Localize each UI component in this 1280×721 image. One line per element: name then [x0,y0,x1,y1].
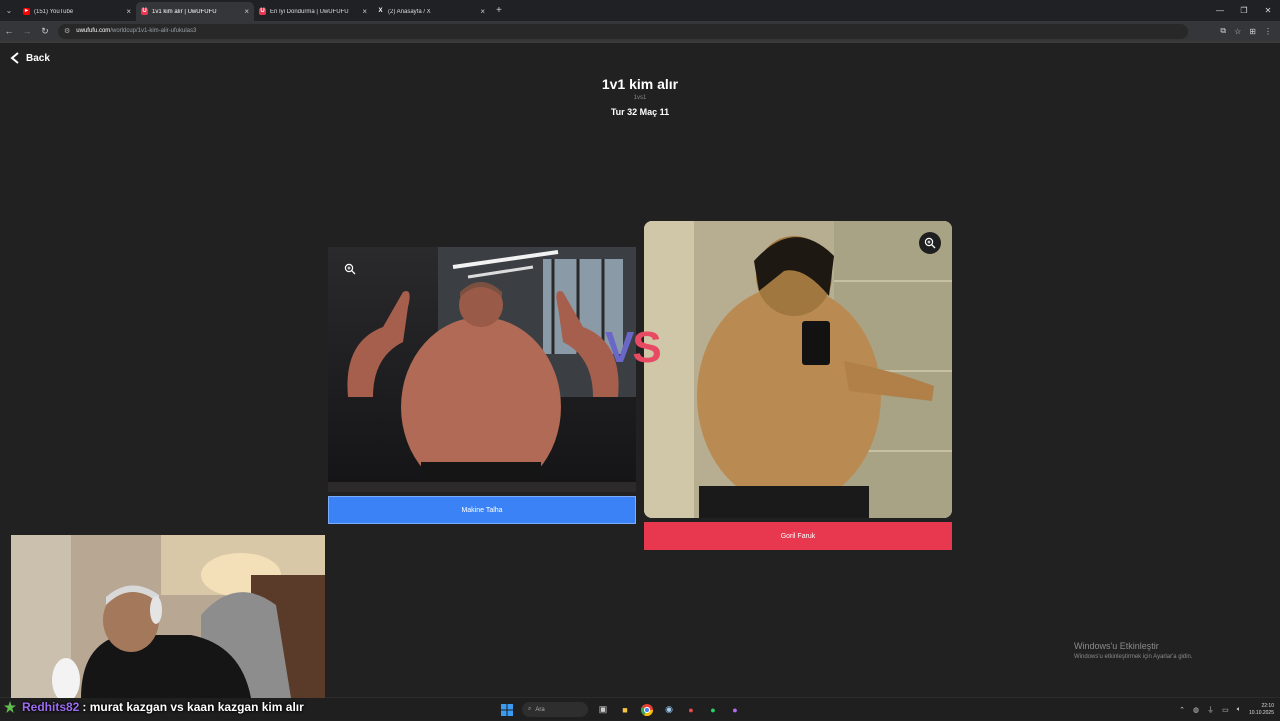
tab-label: 1v1 kim alır | UwUFUFU [152,8,217,15]
chat-badge-icon [4,701,16,713]
round-label: Tur 32 Maç 11 [610,107,670,117]
contestant-image-right[interactable] [644,221,952,518]
back-label: Back [26,52,50,64]
vs-letter-v: V [605,323,634,372]
tab-youtube[interactable]: ▸ (151) YouTube × [18,2,136,21]
chrome-icon[interactable] [640,703,654,717]
x-icon: X [378,8,383,14]
address-bar[interactable]: ⚙ uwufufu.com/worldcup/1v1-kim-alir-ufuk… [58,23,1188,39]
reload-icon[interactable]: ↻ [36,26,54,37]
webcam-feed-image [11,535,325,698]
page-title: 1v1 kim alır [601,76,679,92]
system-tray: ⌃ ◍ ⏚ ▭ 🔈︎ 22:10 10.10.2025 [1179,698,1274,721]
contestant-image-left[interactable] [328,247,636,492]
tab-label: En İyi Dondurma | UwUFUFU [270,8,349,15]
forward-arrow-icon[interactable]: → [18,26,36,36]
tab-label: (2) Anasayfa / X [388,8,431,15]
mic-icon[interactable]: ⏚ [1207,705,1214,715]
back-button[interactable]: Back [10,52,50,64]
discord-icon[interactable]: ● [728,703,742,717]
spotify-icon[interactable]: ● [706,703,720,717]
chevron-left-icon [10,52,19,64]
stream-chat-line: Redhits82 : murat kazgan vs kaan kazgan … [0,699,304,715]
zoom-icon[interactable] [339,258,361,280]
close-tab-icon[interactable]: × [362,7,367,16]
chat-username: Redhits82 [22,700,80,714]
page-divider [0,41,1280,43]
activation-watermark-text: Windows'u etkinleştirmek için Ayarlar'a … [1074,654,1193,660]
close-tab-icon[interactable]: × [480,7,485,16]
clock-date: 10.10.2025 [1248,709,1274,716]
close-window-icon[interactable]: ✕ [1256,6,1280,15]
search-icon: ⌕ [528,706,532,712]
tab-search-chevron-icon[interactable]: ⌄ [0,0,18,21]
webcam-overlay [11,535,325,698]
window-controls: — ❐ ✕ [1208,0,1280,21]
task-view-icon[interactable]: ▣ [596,703,610,717]
volume-icon[interactable]: 🔈︎ [1237,706,1241,714]
page-subtitle: 1vs1 [633,95,647,101]
monitor-icon[interactable]: ▭ [1222,706,1229,714]
steam-icon[interactable]: ◉ [662,703,676,717]
tab-uwufufu-dondurma[interactable]: U En İyi Dondurma | UwUFUFU × [254,2,372,21]
translate-icon[interactable]: ⧉ [1220,26,1226,36]
close-tab-icon[interactable]: × [244,7,249,16]
close-tab-icon[interactable]: × [126,7,131,16]
clock-time: 22:10 [1261,702,1274,709]
tab-label: (151) YouTube [34,8,74,15]
windows-start-icon[interactable] [500,703,514,717]
contestant-card-left[interactable]: Makine Talha [328,247,636,524]
new-tab-icon[interactable]: + [496,5,502,16]
select-right-button[interactable]: Goril Faruk [644,522,952,550]
activation-watermark-title: Windows'u Etkinleştir [1074,641,1159,651]
taskbar-apps: ⌕ Ara ▣ ■ ◉ ● ● ● [500,698,742,721]
chat-message: : murat kazgan vs kaan kazgan kim alır [82,700,304,714]
site-info-icon[interactable]: ⚙ [64,27,70,35]
tray-chevron-up-icon[interactable]: ⌃ [1179,706,1185,714]
minimize-icon[interactable]: — [1208,6,1232,15]
taskbar-search[interactable]: ⌕ Ara [522,702,588,717]
url-host: uwufufu.com [76,28,111,34]
restore-icon[interactable]: ❐ [1232,6,1256,15]
network-icon[interactable]: ◍ [1193,706,1199,714]
uwufufu-icon: U [141,8,148,15]
back-arrow-icon[interactable]: ← [0,26,18,36]
vs-label: VS [605,323,662,372]
select-left-button[interactable]: Makine Talha [328,496,636,524]
browser-tab-strip: ⌄ ▸ (151) YouTube × U 1v1 kim alır | UwU… [0,0,1280,21]
zoom-icon[interactable] [919,232,941,254]
youtube-icon: ▸ [23,8,30,15]
app-icon-red[interactable]: ● [684,703,698,717]
extensions-icon[interactable]: ⊞ [1249,27,1256,36]
taskbar-search-placeholder: Ara [535,706,545,713]
menu-kebab-icon[interactable]: ⋮ [1264,27,1272,36]
gym-back-pose-photo [328,247,636,492]
tab-uwufufu-1v1[interactable]: U 1v1 kim alır | UwUFUFU × [136,2,254,21]
bookmark-star-icon[interactable]: ☆ [1234,27,1241,36]
contestant-card-right[interactable]: Goril Faruk [644,221,952,550]
vs-letter-s: S [632,323,661,372]
tab-x[interactable]: X (2) Anasayfa / X × [372,2,490,21]
mirror-selfie-photo [644,221,952,518]
url-path: /worldcup/1v1-kim-alir-ufukulas3 [110,28,197,34]
browser-toolbar: ← → ↻ ⚙ uwufufu.com/worldcup/1v1-kim-ali… [0,21,1280,41]
toolbar-actions: ⧉ ☆ ⊞ ⋮ [1220,26,1280,36]
uwufufu-icon: U [259,8,266,15]
file-explorer-icon[interactable]: ■ [618,703,632,717]
clock[interactable]: 22:10 10.10.2025 [1249,703,1274,717]
